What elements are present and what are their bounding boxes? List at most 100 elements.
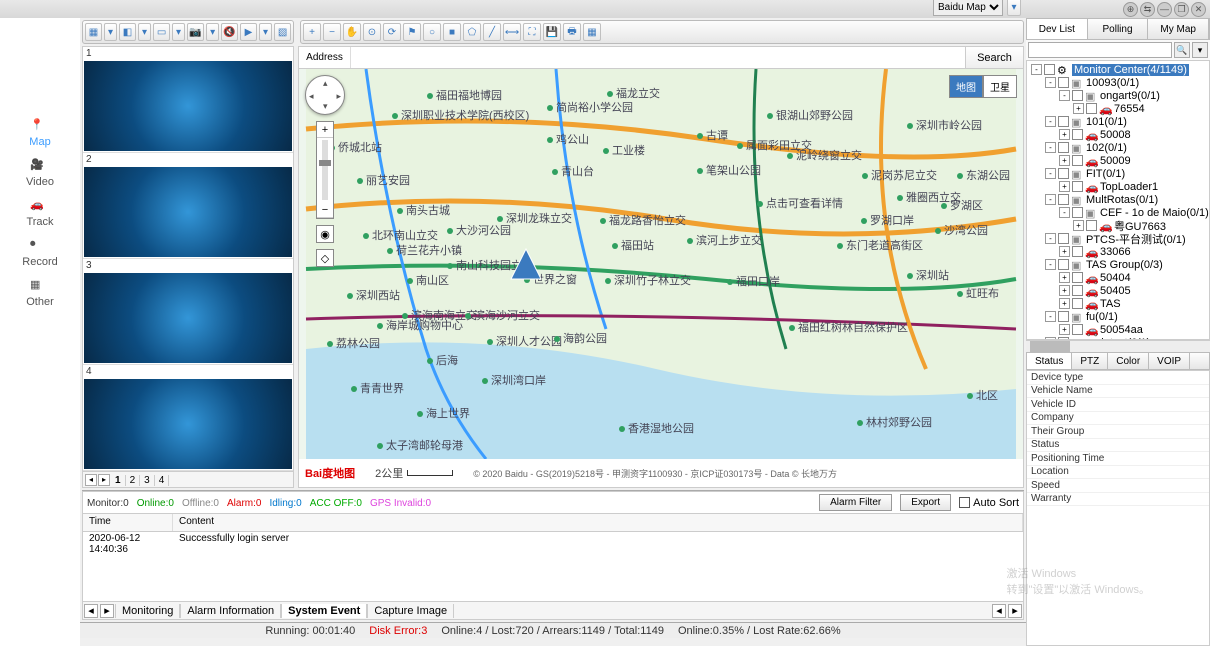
expand-icon[interactable]: + (1059, 272, 1070, 283)
video-panel[interactable]: 1 (83, 47, 293, 153)
window-control-icon[interactable]: — (1157, 2, 1172, 17)
nav-track[interactable]: 🚗Track (26, 198, 53, 228)
tree-node[interactable]: -▣PTCS-平台测试(0/1) (1027, 232, 1209, 245)
expand-icon[interactable]: + (1059, 246, 1070, 257)
tree-node[interactable]: -⚙Monitor Center(4/1149) (1027, 63, 1209, 76)
tree-node[interactable]: -▣10093(0/1) (1027, 76, 1209, 89)
prev-icon[interactable]: ◂ (992, 604, 1006, 618)
expand-icon[interactable]: + (1059, 298, 1070, 309)
checkbox[interactable] (1072, 181, 1083, 192)
next-icon[interactable]: ▸ (1008, 604, 1022, 618)
flag-icon[interactable]: ⚑ (403, 23, 421, 41)
window-control-icon[interactable]: ❐ (1174, 2, 1189, 17)
address-input[interactable] (351, 47, 965, 68)
hand-icon[interactable]: ✋ (343, 23, 361, 41)
right-tab-my-map[interactable]: My Map (1148, 19, 1209, 39)
video-screen[interactable] (84, 61, 292, 151)
next-icon[interactable]: ▸ (98, 474, 110, 486)
expand-icon[interactable]: - (1045, 311, 1056, 322)
right-tab-polling[interactable]: Polling (1088, 19, 1149, 39)
video-tab[interactable]: 4 (155, 475, 170, 486)
map-tool-icon[interactable]: ◉ (316, 225, 334, 243)
event-row[interactable]: 2020-06-12 14:40:36 Successfully login s… (83, 532, 1023, 548)
camera-icon[interactable]: 📷 (187, 23, 204, 41)
expand-icon[interactable]: + (1059, 181, 1070, 192)
checkbox[interactable] (1044, 64, 1055, 75)
auto-sort-checkbox[interactable]: Auto Sort (959, 497, 1019, 509)
checkbox[interactable] (1072, 155, 1083, 166)
expand-icon[interactable]: - (1045, 168, 1056, 179)
video-screen[interactable] (84, 167, 292, 257)
refresh-icon[interactable]: ⟳ (383, 23, 401, 41)
fullscreen-icon[interactable]: ⛶ (523, 23, 541, 41)
checkbox[interactable] (1072, 90, 1083, 101)
pan-control[interactable]: ▴▾ ◂▸ (305, 75, 345, 115)
expand-icon[interactable]: + (1059, 129, 1070, 140)
mute-icon[interactable]: 🔇 (221, 23, 238, 41)
checkbox[interactable] (1058, 311, 1069, 322)
bottom-tab-alarm-information[interactable]: Alarm Information (180, 604, 281, 618)
tree-node[interactable]: +🚗TopLoader1 (1027, 180, 1209, 193)
device-tree[interactable]: -⚙Monitor Center(4/1149)-▣10093(0/1)-▣on… (1026, 60, 1210, 340)
checkbox[interactable] (1058, 116, 1069, 127)
tree-node[interactable]: -▣MultRotas(0/1) (1027, 193, 1209, 206)
tree-node[interactable]: +🚗50404 (1027, 271, 1209, 284)
zoom-control[interactable]: + − (316, 121, 334, 219)
detail-tab-ptz[interactable]: PTZ (1072, 353, 1108, 369)
expand-icon[interactable]: - (1059, 90, 1070, 101)
tree-node[interactable]: +🚗76554 (1027, 102, 1209, 115)
tree-node[interactable]: -▣102(0/1) (1027, 141, 1209, 154)
checkbox[interactable] (1058, 194, 1069, 205)
tree-node[interactable]: -▣fu(0/1) (1027, 310, 1209, 323)
checkbox[interactable] (1072, 272, 1083, 283)
window-control-icon[interactable]: ⊕ (1123, 2, 1138, 17)
line-icon[interactable]: ╱ (483, 23, 501, 41)
video-tool-icon[interactable]: ▦ (85, 23, 102, 41)
save-icon[interactable]: 💾 (543, 23, 561, 41)
minus-icon[interactable]: − (323, 23, 341, 41)
next-icon[interactable]: ▸ (100, 604, 114, 618)
expand-icon[interactable]: - (1045, 116, 1056, 127)
map-canvas[interactable]: 福田福地博园深圳职业技术学院(西校区)简尚裕小学公园福龙立交银湖山郊野公园深圳市… (299, 69, 1023, 459)
nav-map[interactable]: 📍Map (29, 118, 50, 148)
expand-icon[interactable]: - (1045, 142, 1056, 153)
zoom-out-icon[interactable]: − (317, 202, 333, 218)
checkbox[interactable] (1072, 129, 1083, 140)
video-screen[interactable] (84, 273, 292, 363)
plus-icon[interactable]: + (303, 23, 321, 41)
detail-tab-status[interactable]: Status (1027, 353, 1072, 369)
bottom-tab-capture-image[interactable]: Capture Image (367, 604, 454, 618)
polygon-icon[interactable]: ⬠ (463, 23, 481, 41)
checkbox[interactable] (1058, 142, 1069, 153)
detail-tab-color[interactable]: Color (1108, 353, 1149, 369)
tree-node[interactable]: +🚗50405 (1027, 284, 1209, 297)
video-panel[interactable]: 2 (83, 153, 293, 259)
video-tool-icon[interactable]: ▧ (274, 23, 291, 41)
print-icon[interactable]: 🖶 (563, 23, 581, 41)
expand-icon[interactable]: + (1059, 155, 1070, 166)
tree-node[interactable]: +🚗50054aa (1027, 323, 1209, 336)
tree-node[interactable]: -▣FIT(0/1) (1027, 167, 1209, 180)
video-tab[interactable]: 2 (126, 475, 141, 486)
checkbox[interactable] (1086, 220, 1097, 231)
nav-other[interactable]: ▦Other (26, 278, 54, 308)
video-tool-icon[interactable]: ◧ (119, 23, 136, 41)
map-type-satellite[interactable]: 卫星 (983, 75, 1017, 98)
tree-node[interactable]: -▣ongart9(0/1) (1027, 89, 1209, 102)
window-control-icon[interactable]: ✕ (1191, 2, 1206, 17)
search-icon[interactable]: 🔍 (1174, 42, 1190, 58)
alarm-filter-button[interactable]: Alarm Filter (819, 494, 892, 511)
video-panel[interactable]: 3 (83, 259, 293, 365)
expand-icon[interactable]: - (1045, 77, 1056, 88)
search-button[interactable]: Search (965, 47, 1023, 68)
nav-video[interactable]: 🎥Video (26, 158, 54, 188)
zoom-in-icon[interactable]: + (317, 122, 333, 138)
checkbox[interactable] (1072, 246, 1083, 257)
expand-icon[interactable]: + (1059, 324, 1070, 335)
expand-icon[interactable]: + (1059, 285, 1070, 296)
nav-record[interactable]: ⏺Record (22, 238, 57, 268)
ruler-icon[interactable]: ⟷ (503, 23, 521, 41)
map-provider-select[interactable]: Baidu Map (933, 0, 1003, 16)
expand-icon[interactable]: + (1073, 220, 1084, 231)
stop-icon[interactable]: ■ (443, 23, 461, 41)
